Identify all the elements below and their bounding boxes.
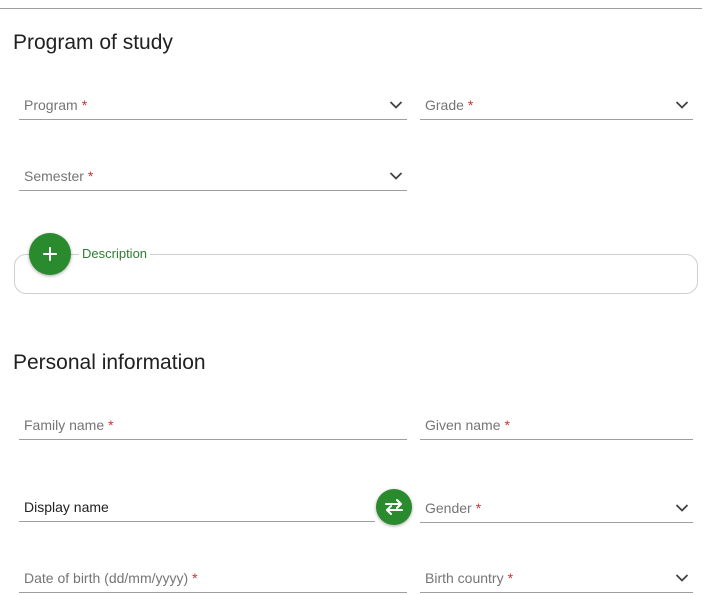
program-select[interactable]: Program * [19,96,407,120]
swap-names-button[interactable] [376,489,412,525]
date-of-birth-label: Date of birth (dd/mm/yyyy) [24,570,189,586]
gender-select[interactable]: Gender * [420,499,693,523]
required-asterisk: * [467,97,474,113]
required-asterisk: * [504,417,510,433]
given-name-label: Given name [425,417,501,433]
swap-arrows-icon [385,499,403,515]
top-divider [0,8,702,9]
grade-label: Grade [425,97,464,113]
given-name-input[interactable]: Given name * [420,416,693,440]
description-label: Description [79,246,151,261]
required-asterisk: * [81,97,88,113]
semester-label: Semester [24,168,84,184]
program-label: Program [24,97,78,113]
family-name-input[interactable]: Family name * [19,416,407,440]
required-asterisk: * [475,500,482,516]
chevron-down-icon [389,172,403,180]
plus-icon [43,247,57,261]
display-name-label: Display name [24,499,109,515]
gender-label: Gender [425,500,472,516]
program-of-study-title: Program of study [13,31,173,54]
semester-select[interactable]: Semester * [19,167,407,191]
required-asterisk: * [108,417,114,433]
date-of-birth-input[interactable]: Date of birth (dd/mm/yyyy) * [19,569,407,593]
required-asterisk: * [507,570,514,586]
add-description-button[interactable] [29,233,71,275]
birth-country-label: Birth country [425,570,504,586]
chevron-down-icon [675,101,689,109]
family-name-label: Family name [24,417,105,433]
chevron-down-icon [389,101,403,109]
grade-select[interactable]: Grade * [420,96,693,120]
chevron-down-icon [675,504,689,512]
display-name-input[interactable]: Display name [19,498,375,522]
page-right-margin [702,0,720,595]
required-asterisk: * [192,570,198,586]
birth-country-select[interactable]: Birth country * [420,569,693,593]
personal-information-title: Personal information [13,351,206,374]
required-asterisk: * [87,168,94,184]
chevron-down-icon [675,574,689,582]
